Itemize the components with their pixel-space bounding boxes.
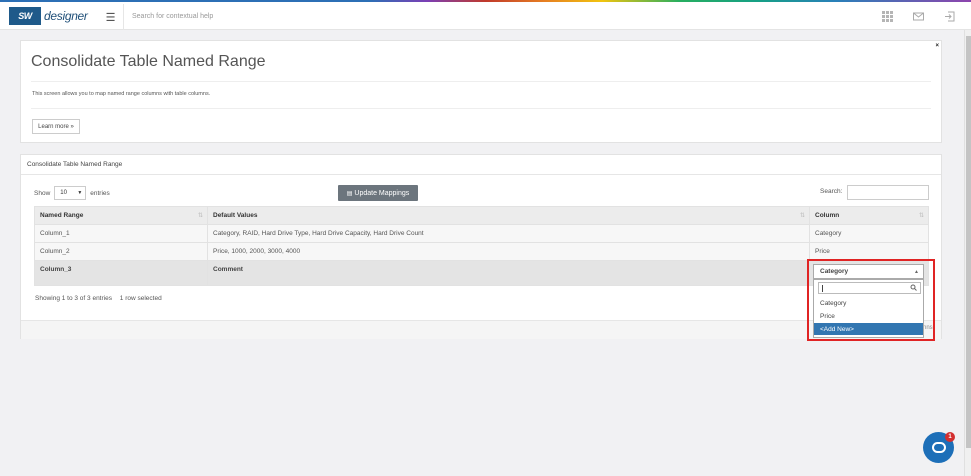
column-select[interactable]: Category ▲ <box>813 264 924 279</box>
show-label: Show <box>34 189 51 197</box>
apps-grid-icon[interactable] <box>882 11 893 22</box>
search-icon <box>910 284 917 293</box>
chat-notification-badge: 1 <box>945 432 955 442</box>
mail-icon[interactable] <box>913 11 924 22</box>
column-header-column[interactable]: Column ⇅ <box>809 206 929 225</box>
table-row[interactable]: Column_1 Category, RAID, Hard Drive Type… <box>34 224 929 243</box>
panel-footer <box>21 320 941 339</box>
chevron-down-icon: ▼ <box>77 190 83 196</box>
dropdown-option-add-new[interactable]: <Add New> <box>814 323 923 335</box>
scrollbar-thumb[interactable] <box>966 36 971 448</box>
divider <box>21 174 941 175</box>
column-dropdown: Category Price <Add New> <box>813 279 924 338</box>
app-logo[interactable]: SW designer <box>9 7 88 25</box>
dropdown-option-category[interactable]: Category <box>814 297 923 309</box>
logo-mark: SW <box>9 7 41 25</box>
column-header-label: Default Values <box>213 212 258 219</box>
table-row[interactable]: Column_2 Price, 1000, 2000, 3000, 4000 P… <box>34 242 929 261</box>
column-header-named-range[interactable]: Named Range ⇅ <box>34 206 208 225</box>
cell-default-values: Category, RAID, Hard Drive Type, Hard Dr… <box>207 224 810 243</box>
selected-info: 1 row selected <box>119 295 162 302</box>
learn-more-button[interactable]: Learn more » <box>32 119 80 134</box>
chevron-up-icon: ▲ <box>914 268 919 275</box>
column-header-default-values[interactable]: Default Values ⇅ <box>207 206 810 225</box>
sort-icon: ⇅ <box>799 213 805 219</box>
text-cursor <box>822 285 823 292</box>
mapping-panel: Consolidate Table Named Range Show 10 ▼ … <box>20 154 942 339</box>
page-scrollbar[interactable] <box>964 30 971 476</box>
dropdown-option-price[interactable]: Price <box>814 310 923 322</box>
cell-named-range: Column_3 <box>34 260 208 286</box>
entries-length-control: Show 10 ▼ entries <box>34 186 110 200</box>
page-title: Consolidate Table Named Range <box>31 53 266 70</box>
cell-column[interactable]: Price <box>809 242 929 261</box>
divider <box>31 81 931 82</box>
contextual-help-search-input[interactable]: Search for contextual help <box>132 13 213 20</box>
intro-panel: × Consolidate Table Named Range This scr… <box>20 40 942 143</box>
logo-text: designer <box>44 9 88 23</box>
close-icon[interactable]: × <box>935 43 939 49</box>
divider <box>31 108 931 109</box>
update-mappings-button[interactable]: ▤ Update Mappings <box>338 185 418 201</box>
cell-column[interactable]: Category <box>809 224 929 243</box>
sort-asc-icon: ⇅ <box>197 213 203 219</box>
page-description: This screen allows you to map named rang… <box>32 91 211 97</box>
chat-bubble-icon <box>931 442 946 453</box>
logout-icon[interactable] <box>944 11 955 22</box>
column-select-value: Category <box>820 268 849 275</box>
entries-info: Showing 1 to 3 of 3 entries <box>35 295 112 302</box>
cell-named-range: Column_1 <box>34 224 208 243</box>
column-header-label: Column <box>815 212 840 219</box>
table-search-input[interactable] <box>847 185 929 200</box>
table-row-selected[interactable]: Column_3 Comment <box>34 260 929 286</box>
top-bar: SW designer ☰ Search for contextual help <box>0 2 971 30</box>
sort-icon: ⇅ <box>918 213 924 219</box>
entries-select[interactable]: 10 ▼ <box>54 186 87 200</box>
cell-named-range: Column_2 <box>34 242 208 261</box>
update-mappings-label: Update Mappings <box>354 189 410 197</box>
dropdown-search-input[interactable] <box>818 282 921 294</box>
hamburger-icon: ☰ <box>105 11 116 24</box>
search-label: Search: <box>820 188 843 195</box>
cell-default-values: Comment <box>207 260 810 286</box>
mapping-table: Named Range ⇅ Default Values ⇅ Column ⇅ … <box>34 206 929 286</box>
table-info: Showing 1 to 3 of 3 entries 1 row select… <box>35 295 162 302</box>
cell-default-values: Price, 1000, 2000, 3000, 4000 <box>207 242 810 261</box>
column-header-label: Named Range <box>40 212 84 219</box>
menu-toggle-button[interactable]: ☰ <box>98 4 124 30</box>
entries-label: entries <box>90 189 110 197</box>
calendar-icon: ▤ <box>346 190 353 197</box>
entries-value: 10 <box>60 190 67 196</box>
panel-title: Consolidate Table Named Range <box>27 161 123 168</box>
